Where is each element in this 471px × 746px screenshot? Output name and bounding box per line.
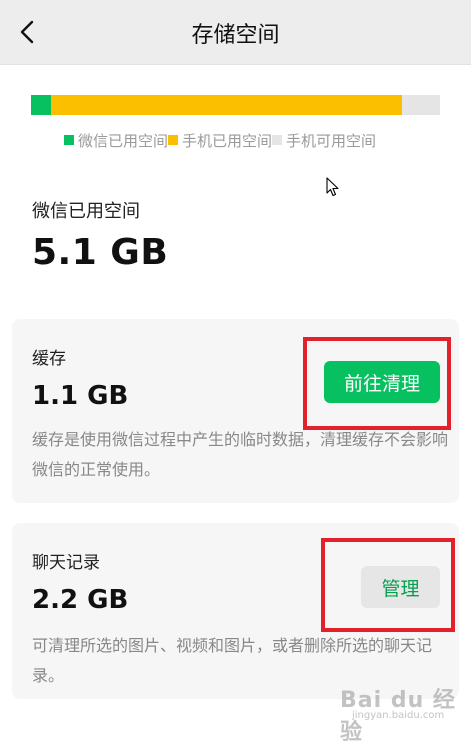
- legend-swatch: [272, 135, 283, 145]
- highlight-box: [321, 538, 455, 632]
- legend-label: 微信已用空间: [78, 131, 169, 150]
- page-title: 存储空间: [191, 23, 280, 48]
- legend-item: 手机已用空间: [168, 130, 272, 151]
- storage-bar-segment: [31, 95, 51, 115]
- storage-legend: 微信已用空间 手机已用空间 手机可用空间: [64, 130, 376, 150]
- cache-size: 1.1 GB: [32, 381, 129, 411]
- legend-swatch: [168, 135, 179, 145]
- cache-title: 缓存: [32, 349, 66, 369]
- storage-bar-segment: [50, 95, 402, 115]
- legend-label: 手机可用空间: [286, 131, 377, 150]
- storage-bar-segment: [401, 95, 440, 115]
- legend-item: 微信已用空间: [64, 130, 168, 151]
- legend-swatch: [64, 135, 74, 145]
- chat-history-size: 2.2 GB: [32, 585, 129, 615]
- storage-usage-bar: [31, 95, 440, 115]
- wechat-usage-label: 微信已用空间: [32, 201, 140, 222]
- nav-bar: 存储空间: [0, 0, 471, 65]
- mouse-cursor-icon: [326, 177, 340, 197]
- legend-item: 手机可用空间: [272, 130, 376, 151]
- highlight-box: [303, 337, 451, 430]
- cache-description: 缓存是使用微信过程中产生的临时数据，清理缓存不会影响微信的正常使用。: [32, 430, 449, 479]
- watermark-url: jingyan.baidu.com: [352, 710, 445, 721]
- watermark: Bai du 经验 jingyan.baidu.com: [330, 680, 466, 745]
- chat-history-title: 聊天记录: [32, 553, 100, 573]
- legend-label: 手机已用空间: [182, 131, 273, 150]
- wechat-usage-size: 5.1 GB: [32, 232, 169, 273]
